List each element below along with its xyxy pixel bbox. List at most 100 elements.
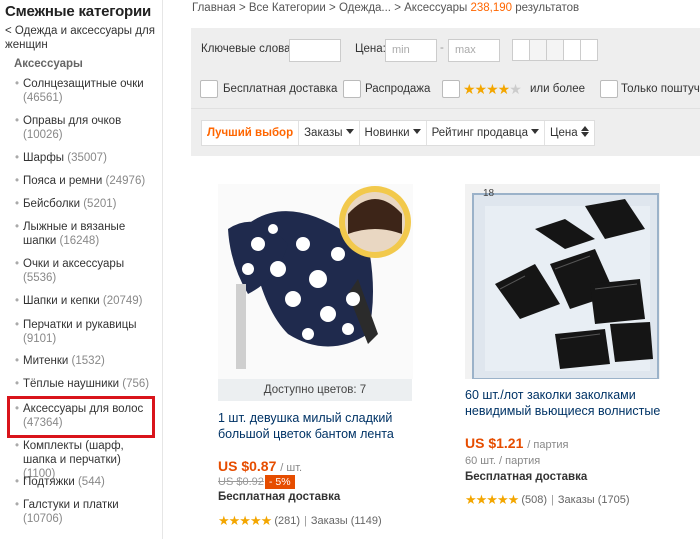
- category-label: Шапки и кепки: [23, 295, 100, 307]
- sort-best-match[interactable]: Лучший выбор: [202, 121, 300, 145]
- filter-divider: [191, 108, 700, 109]
- price-value: US $0.87: [218, 458, 277, 474]
- keywords-input[interactable]: [289, 39, 341, 62]
- sort-label: Лучший выбор: [207, 127, 294, 139]
- product-rating: ★★★★★ (281) | Заказы (1149): [218, 513, 382, 528]
- category-count: (5536): [23, 272, 57, 284]
- category-count: (10026): [23, 129, 63, 141]
- sort-seller-rating[interactable]: Рейтинг продавца: [427, 121, 545, 145]
- category-label: Галстуки и платки: [23, 499, 119, 511]
- category-count: (9101): [23, 333, 57, 345]
- category-count: (1532): [71, 355, 105, 367]
- category-label: Солнцезащитные очки: [23, 78, 144, 90]
- bullet-icon: •: [15, 115, 20, 127]
- sidebar-item-mittens[interactable]: • Митенки (1532): [15, 354, 155, 368]
- view-toggle-3[interactable]: [546, 39, 564, 61]
- sort-label: Новинки: [364, 127, 410, 139]
- product-title[interactable]: 1 шт. девушка милый сладкий большой цвет…: [218, 410, 418, 442]
- bullet-icon: •: [15, 355, 20, 367]
- sort-newest[interactable]: Новинки: [360, 121, 427, 145]
- category-label: Оправы для очков: [23, 115, 122, 127]
- sidebar-item-sunglasses[interactable]: • Солнцезащитные очки (46561): [15, 77, 155, 105]
- view-toggle-1[interactable]: [512, 39, 530, 61]
- view-toggle-4[interactable]: [563, 39, 581, 61]
- only-wholesale-checkbox[interactable]: [600, 80, 618, 98]
- price-value: US $1.21: [465, 435, 524, 451]
- sale-checkbox[interactable]: [343, 80, 361, 98]
- category-count: (46561): [23, 92, 63, 104]
- caret-down-icon: [412, 129, 421, 134]
- parent-category-link[interactable]: < Одежда и аксессуары для женщин: [5, 24, 155, 52]
- category-label: Подтяжки: [23, 476, 75, 488]
- product-image-hairpins[interactable]: 18: [465, 184, 660, 379]
- sidebar-title: Смежные категории: [5, 3, 152, 20]
- bullet-icon: •: [15, 152, 20, 164]
- free-shipping-checkbox[interactable]: [200, 80, 218, 98]
- view-toggle-2[interactable]: [529, 39, 547, 61]
- rating-checkbox[interactable]: [442, 80, 460, 98]
- sort-price[interactable]: Цена: [545, 121, 594, 145]
- highlight-box: [7, 396, 155, 438]
- sidebar-item-baseball-caps[interactable]: • Бейсболки (5201): [15, 197, 155, 211]
- category-count: (544): [77, 476, 105, 488]
- lot-size: 60 шт. / партия: [465, 455, 541, 467]
- filter-panel: Ключевые слова: Цена: min - max Бесплатн…: [191, 28, 700, 156]
- sidebar-item-eyeglass-frames[interactable]: • Оправы для очков (10026): [15, 114, 155, 142]
- sidebar-item-scarves[interactable]: • Шарфы (35007): [15, 151, 155, 165]
- free-shipping-label: Бесплатная доставка: [223, 83, 338, 95]
- bullet-icon: •: [15, 221, 20, 233]
- sidebar-item-ties[interactable]: • Галстуки и платки (10706): [15, 498, 155, 526]
- bullet-icon: •: [15, 319, 20, 331]
- discount-badge: - 5%: [265, 475, 295, 489]
- product-title[interactable]: 60 шт./лот заколки заколками невидимый в…: [465, 387, 665, 419]
- sidebar-item-belts[interactable]: • Пояса и ремни (24976): [15, 174, 155, 188]
- category-label: Тёплые наушники: [23, 378, 120, 390]
- bullet-icon: •: [15, 440, 20, 452]
- price-min-input[interactable]: min: [385, 39, 437, 62]
- keywords-label: Ключевые слова:: [201, 43, 294, 55]
- star-icon: ★★★★★: [218, 513, 272, 528]
- sort-bar: Лучший выбор Заказы Новинки Рейтинг прод…: [201, 120, 595, 146]
- category-count: (16248): [59, 235, 100, 247]
- product-image-headband[interactable]: [218, 184, 413, 379]
- sidebar-item-ski-hats[interactable]: • Лыжные и вязаные шапки (16248): [15, 220, 155, 248]
- price-max-input[interactable]: max: [448, 39, 500, 62]
- order-count: Заказы (1149): [310, 515, 382, 527]
- only-wholesale-label: Только поштучно: [621, 83, 700, 95]
- bullet-icon: •: [15, 476, 20, 488]
- review-count[interactable]: (281): [274, 515, 300, 527]
- star-empty-icon: ★: [509, 81, 522, 97]
- product-price: US $1.21 / партия: [465, 435, 568, 451]
- breadcrumb-path[interactable]: Главная > Все Категории > Одежда... > Ак…: [192, 2, 467, 14]
- sale-label: Распродажа: [365, 83, 431, 95]
- sidebar-item-hats-caps[interactable]: • Шапки и кепки (20749): [15, 294, 155, 308]
- sidebar-item-suspenders[interactable]: • Подтяжки (544): [15, 475, 155, 489]
- rating-filter-stars[interactable]: ★★★★★: [463, 81, 522, 98]
- color-availability: Доступно цветов: 7: [218, 379, 412, 401]
- category-label: Комплекты (шарф, шапка и перчатки): [23, 440, 124, 466]
- svg-text:18: 18: [483, 188, 495, 199]
- order-count: Заказы (1705): [557, 494, 630, 506]
- result-count: 238,190: [470, 2, 513, 14]
- caret-down-icon: [345, 129, 354, 134]
- category-label: Митенки: [23, 355, 69, 367]
- price-label: Цена:: [355, 43, 386, 55]
- category-label: Бейсболки: [23, 198, 81, 210]
- sidebar-item-earmuffs[interactable]: • Тёплые наушники (756): [15, 377, 155, 391]
- category-label: Перчатки и рукавицы: [23, 319, 137, 331]
- price-unit: / партия: [527, 439, 569, 451]
- bullet-icon: •: [15, 499, 20, 511]
- bullet-icon: •: [15, 198, 20, 210]
- result-suffix: результатов: [515, 2, 580, 14]
- related-categories-sidebar: Смежные категории < Одежда и аксессуары …: [0, 0, 163, 539]
- review-count[interactable]: (508): [521, 494, 547, 506]
- view-toggle-5[interactable]: [580, 39, 598, 61]
- bullet-icon: •: [15, 175, 20, 187]
- sort-orders[interactable]: Заказы: [299, 121, 360, 145]
- category-count: (756): [122, 378, 150, 390]
- sidebar-item-gloves[interactable]: • Перчатки и рукавицы (9101): [15, 318, 155, 346]
- old-price: US $0.92: [218, 476, 264, 488]
- sidebar-item-glasses-accessories[interactable]: • Очки и аксессуары (5536): [15, 257, 155, 285]
- price-dash: -: [440, 42, 444, 54]
- category-count: (35007): [67, 152, 107, 164]
